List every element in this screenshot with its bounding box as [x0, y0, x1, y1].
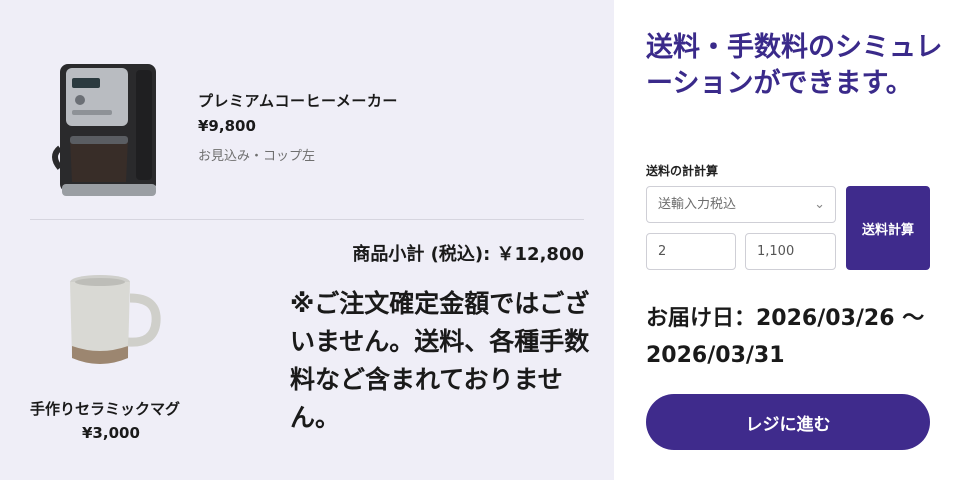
product-price: ¥3,000: [82, 424, 140, 442]
subtotal: 商品小計 (税込): ￥12,800: [352, 244, 584, 265]
calculate-shipping-button[interactable]: 送料計算: [846, 186, 930, 270]
amount-input[interactable]: 1,100: [745, 233, 836, 270]
calc-label: 送料の計計算: [646, 164, 719, 178]
shipping-select[interactable]: 送輸入力税込 ⌄: [646, 186, 836, 223]
mug-icon: [70, 275, 161, 364]
product-price: ¥9,800: [198, 117, 256, 135]
notice-text: ※ご注文確定金額ではございません。送料、各種手数料など含まれておりません。: [290, 289, 590, 432]
coffee-maker-image[interactable]: [48, 56, 166, 204]
product-name[interactable]: 手作りセラミックマグ: [30, 398, 180, 419]
checkout-button[interactable]: レジに進む: [646, 394, 930, 450]
simulation-panel: 送料・手数料のシミュレーションができます。 送料の計計算 送輸入力税込 ⌄ 2 …: [614, 0, 960, 480]
chevron-down-icon: ⌄: [814, 197, 825, 212]
divider: [30, 219, 584, 220]
delivery-date: お届け日：2026/03/26 〜 2026/03/31: [646, 306, 925, 368]
coffee-maker-icon: [52, 64, 156, 196]
product-name[interactable]: プレミアムコーヒーメーカー: [198, 90, 398, 111]
mug-image[interactable]: [58, 272, 166, 372]
simulation-title: 送料・手数料のシミュレーションができます。: [646, 32, 943, 99]
shipping-select-value: 送輸入力税込: [658, 197, 737, 212]
cart-panel: プレミアムコーヒーメーカー ¥9,800 お見込み・コップ左 商品小計 (税込)…: [0, 0, 614, 480]
product-option: お見込み・コップ左: [198, 149, 316, 164]
quantity-input[interactable]: 2: [646, 233, 736, 270]
